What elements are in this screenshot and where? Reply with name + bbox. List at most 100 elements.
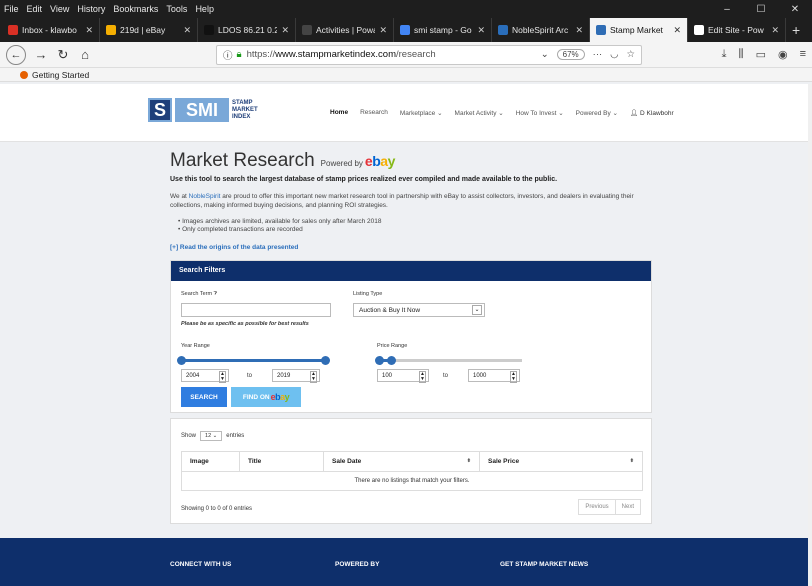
- previous-button[interactable]: Previous: [579, 500, 614, 514]
- menu-tools[interactable]: Tools: [166, 4, 187, 14]
- browser-tab[interactable]: Stamp Market ✕: [590, 18, 688, 42]
- menu-view[interactable]: View: [50, 4, 69, 14]
- menu-help[interactable]: Help: [195, 4, 214, 14]
- title-row: Market Research Powered by ebay: [170, 150, 660, 172]
- tab-label: 219d | eBay: [120, 25, 166, 35]
- browser-tab[interactable]: LDOS 86.21 0.2 ✕: [198, 18, 296, 42]
- more-actions-icon[interactable]: ···: [593, 49, 603, 60]
- nav-powered-by[interactable]: Powered By ⌄: [576, 109, 618, 117]
- maximize-button[interactable]: ☐: [744, 4, 778, 15]
- zoom-level[interactable]: 67%: [556, 49, 585, 60]
- bookmark-star-icon[interactable]: ☆: [626, 49, 635, 60]
- close-window-button[interactable]: ✕: [778, 4, 812, 15]
- tab-favicon-icon: [8, 25, 18, 35]
- menu-file[interactable]: File: [4, 4, 19, 14]
- notes-list: Images archives are limited, available f…: [178, 218, 660, 234]
- nav-market-activity[interactable]: Market Activity ⌄: [455, 109, 504, 117]
- pocket-icon[interactable]: ◡: [610, 49, 618, 60]
- account-icon[interactable]: ◉: [778, 48, 788, 61]
- browser-tab[interactable]: Edit Site - Pow ✕: [688, 18, 786, 42]
- price-to-input[interactable]: 1000 ▲ ▼: [468, 369, 520, 383]
- browser-tab[interactable]: 219d | eBay ✕: [100, 18, 198, 42]
- menu-bar: File Edit View History Bookmarks Tools H…: [0, 0, 812, 18]
- site-nav: Home Research Marketplace ⌄ Market Activ…: [330, 109, 674, 117]
- nav-user[interactable]: 👤︎ D Klawbohr: [630, 109, 674, 117]
- close-tab-icon[interactable]: ✕: [477, 25, 485, 36]
- find-on-ebay-button[interactable]: FIND ON ebay: [231, 387, 301, 407]
- browser-tab[interactable]: Inbox - klawbo ✕: [2, 18, 100, 42]
- search-filters-heading: Search Filters: [171, 261, 651, 281]
- sidebar-icon[interactable]: ▭: [756, 48, 766, 61]
- close-tab-icon[interactable]: ✕: [85, 25, 93, 36]
- spinner-arrows-icon[interactable]: ▲ ▼: [219, 371, 226, 383]
- hamburger-menu-icon[interactable]: ≡: [800, 48, 806, 61]
- chevron-down-icon: ⌄: [472, 305, 482, 315]
- url-prefix: https://: [246, 49, 276, 60]
- library-icon[interactable]: ⫼: [739, 48, 744, 61]
- nav-marketplace[interactable]: Marketplace ⌄: [400, 109, 443, 117]
- next-button[interactable]: Next: [614, 500, 640, 514]
- spinner-arrows-icon[interactable]: ▲ ▼: [510, 371, 517, 383]
- price-to-label: to: [443, 373, 449, 379]
- origins-link[interactable]: [+] Read the origins of the data present…: [170, 244, 660, 251]
- table-header-row: Image Title Sale Date ⬍ Sale Price ⬍: [181, 451, 643, 472]
- minimize-button[interactable]: –: [710, 4, 744, 15]
- year-range-slider[interactable]: [177, 356, 330, 365]
- home-icon[interactable]: ⌂: [74, 47, 96, 62]
- close-tab-icon[interactable]: ✕: [673, 25, 681, 36]
- back-arrow-icon[interactable]: ←: [6, 44, 26, 65]
- tab-favicon-icon: [498, 25, 508, 35]
- chevron-down-icon[interactable]: ⌄: [541, 49, 549, 60]
- logo-word-index: INDEX: [232, 113, 251, 120]
- entries-select[interactable]: 12 ⌄: [200, 431, 223, 441]
- browser-tab[interactable]: Activities | Poway ✕: [296, 18, 394, 42]
- download-icon[interactable]: ⤓: [722, 48, 727, 61]
- close-tab-icon[interactable]: ✕: [183, 25, 191, 36]
- bookmark-getting-started[interactable]: Getting Started: [32, 70, 89, 80]
- info-icon[interactable]: ⓘ: [223, 48, 233, 62]
- year-from-input[interactable]: 2004 ▲ ▼: [181, 369, 229, 383]
- new-tab-icon[interactable]: +: [786, 18, 806, 42]
- search-term-input[interactable]: [181, 303, 331, 317]
- url-bar[interactable]: ⓘ 🔒︎ https:// www.stampmarketindex.com /…: [216, 44, 642, 65]
- nav-home[interactable]: Home: [330, 109, 348, 117]
- nav-how-to-invest[interactable]: How To Invest ⌄: [516, 109, 564, 117]
- year-to-input[interactable]: 2019 ▲ ▼: [272, 369, 320, 383]
- close-tab-icon[interactable]: ✕: [575, 25, 583, 36]
- price-from-input[interactable]: 100 ▲ ▼: [377, 369, 429, 383]
- empty-message: There are no listings that match your fi…: [181, 471, 643, 491]
- listing-type-select[interactable]: Auction & Buy It Now ⌄: [353, 303, 485, 317]
- ebay-logo: ebay: [364, 153, 395, 169]
- footer-news: GET STAMP MARKET NEWS: [500, 561, 589, 568]
- price-max-handle[interactable]: [387, 356, 396, 365]
- browser-tab[interactable]: smi stamp - Go ✕: [394, 18, 492, 42]
- column-sale-date[interactable]: Sale Date ⬍: [323, 451, 480, 472]
- reload-icon[interactable]: ↻: [52, 47, 74, 63]
- browser-tab[interactable]: NobleSpirit Arc ✕: [492, 18, 590, 42]
- column-sale-price[interactable]: Sale Price ⬍: [479, 451, 643, 472]
- nav-research[interactable]: Research: [360, 109, 388, 117]
- smi-logo[interactable]: S SMI STAMP MARKET INDEX: [148, 98, 258, 122]
- year-max-handle[interactable]: [321, 356, 330, 365]
- spinner-arrows-icon[interactable]: ▲ ▼: [419, 371, 426, 383]
- menu-history[interactable]: History: [77, 4, 105, 14]
- tab-favicon-icon: [106, 25, 116, 35]
- help-icon[interactable]: ❓︎: [214, 291, 217, 297]
- price-range-slider[interactable]: [375, 356, 522, 365]
- forward-arrow-icon[interactable]: →: [30, 47, 52, 62]
- column-image[interactable]: Image: [181, 451, 240, 472]
- close-tab-icon[interactable]: ✕: [281, 25, 289, 36]
- spinner-arrows-icon[interactable]: ▲ ▼: [310, 371, 317, 383]
- year-min-handle[interactable]: [177, 356, 186, 365]
- page-title: Market Research: [170, 150, 315, 171]
- noblespirit-link[interactable]: NobleSpirit: [189, 193, 221, 200]
- price-min-handle[interactable]: [375, 356, 384, 365]
- menu-edit[interactable]: Edit: [27, 4, 43, 14]
- close-tab-icon[interactable]: ✕: [771, 25, 779, 36]
- search-button[interactable]: SEARCH: [181, 387, 227, 407]
- page-scrollbar[interactable]: [808, 84, 812, 586]
- menu-bookmarks[interactable]: Bookmarks: [113, 4, 158, 14]
- tab-label: smi stamp - Go: [414, 25, 472, 35]
- close-tab-icon[interactable]: ✕: [379, 25, 387, 36]
- column-title[interactable]: Title: [239, 451, 324, 472]
